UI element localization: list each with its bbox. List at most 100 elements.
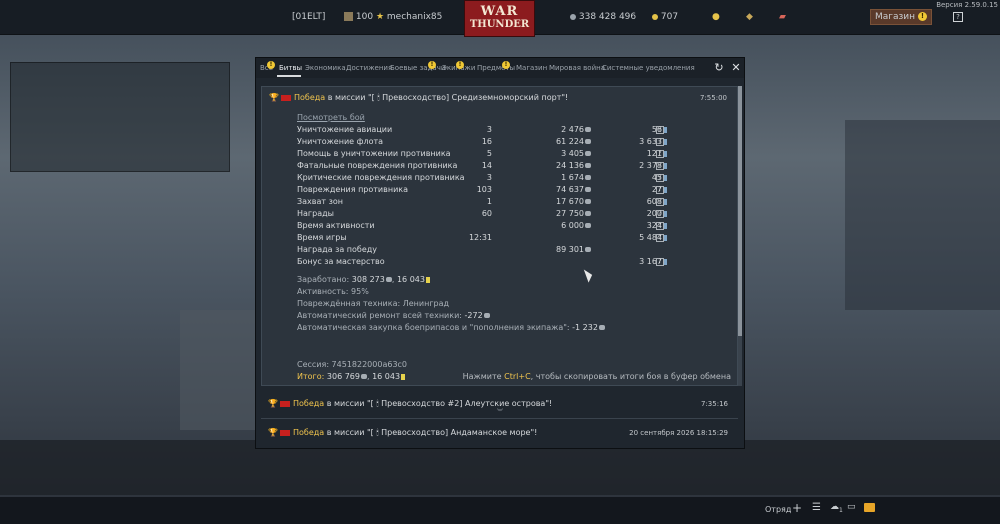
stats-row: Уничтожение авиации 3 2 476 56? (297, 125, 667, 137)
chat-icon[interactable]: ▭ (847, 502, 856, 512)
stat-silver-lions: 27 750 (556, 209, 591, 218)
stat-label: Повреждения противника (297, 185, 408, 194)
notification-tabs: Все! Битвы Экономика Достижения Боевые з… (256, 58, 744, 78)
stat-help-button[interactable]: ? (656, 150, 664, 158)
tab-battle-tasks-badge: ! (428, 61, 436, 69)
stats-row: Помощь в уничтожении противника 5 3 405 121… (297, 149, 667, 161)
stat-label: Уничтожение авиации (297, 125, 392, 134)
stat-help-button[interactable]: ? (656, 126, 664, 134)
stat-help-button[interactable]: ? (656, 234, 664, 242)
stat-help-button[interactable]: ? (656, 174, 664, 182)
stat-help-button[interactable]: ? (656, 186, 664, 194)
auto-buy-value: -1 232 (572, 323, 598, 332)
auto-repair-value: -272 (464, 311, 483, 320)
stat-count: 14 (482, 161, 492, 170)
tab-economy[interactable]: Экономика (305, 64, 346, 72)
lightbulb-icon[interactable]: ● (712, 12, 720, 22)
tab-crews[interactable]: Экипажи! (442, 61, 475, 72)
friends-count: 1 (839, 506, 843, 514)
tab-system-notifications[interactable]: Системные уведомления (602, 64, 695, 72)
close-icon[interactable]: ✕ (730, 62, 742, 74)
top-bar: [01ELT] 100 ★ mechanix85 WAR THUNDER 338… (0, 0, 1000, 37)
list-icon[interactable]: ☰ (812, 502, 821, 513)
tab-items[interactable]: Предметы! (477, 61, 515, 72)
stat-silver-lions-text: 27 750 (556, 209, 584, 218)
coupon-icon[interactable]: ▰ (779, 12, 786, 22)
stat-count: 60 (482, 209, 492, 218)
stat-silver-lions: 89 301 (556, 245, 591, 254)
shop-button[interactable]: Магазин ! (870, 9, 932, 25)
total-sl: 306 769 (326, 372, 360, 381)
mission-label: в миссии "[ 🕯 Превосходство #2] Алеутски… (326, 399, 553, 408)
battle-result-message-collapsed[interactable]: 🏆 Победа в миссии "[ 🕯 Превосходство #2] … (261, 391, 738, 419)
stat-count: 12:31 (469, 233, 492, 242)
tab-all[interactable]: Все! (260, 61, 275, 72)
stat-label-text: Время игры (297, 233, 347, 242)
stat-label: Время игры (297, 233, 347, 242)
scrollbar-thumb[interactable] (738, 86, 742, 336)
add-squad-member-button[interactable]: + (792, 501, 802, 515)
war-thunder-logo[interactable]: WAR THUNDER (464, 0, 535, 37)
stat-count-text: 16 (481, 137, 492, 146)
tab-store[interactable]: Магазин (516, 64, 547, 72)
stat-help-button[interactable]: ? (656, 162, 664, 170)
stat-label: Фатальные повреждения противника (297, 161, 457, 170)
chevron-down-icon[interactable]: ︾ (497, 410, 505, 416)
golden-eagles-icon (652, 13, 658, 20)
message-time: 7:55:00 (700, 94, 727, 102)
help-button[interactable]: ? (953, 12, 963, 22)
shop-badge: ! (917, 12, 927, 21)
stat-count: 16 (482, 137, 492, 146)
stat-help-button[interactable]: ? (656, 222, 664, 230)
refresh-icon[interactable]: ↻ (713, 62, 725, 74)
stat-count: 3 (487, 125, 492, 134)
tab-battles[interactable]: Битвы (279, 64, 302, 72)
scrollbar[interactable] (738, 86, 742, 386)
stat-label: Помощь в уничтожении противника (297, 149, 451, 158)
silver-lions-icon (585, 247, 591, 252)
silver-lions-icon (585, 163, 591, 168)
tab-achievements[interactable]: Достижения (346, 64, 392, 72)
message-time: 7:35:16 (701, 400, 728, 408)
stats-row: Награды 60 27 750 200? (297, 209, 667, 221)
stat-help-button[interactable]: ? (656, 198, 664, 206)
total-rp: 16 043 (372, 372, 401, 381)
silver-lions-icon (385, 277, 392, 282)
background-panel-left (10, 62, 230, 172)
silver-lions-icon (483, 313, 490, 318)
stat-count: 5 (487, 149, 492, 158)
logo-line1: WAR (480, 4, 519, 19)
stat-help-button[interactable]: ? (656, 210, 664, 218)
stat-silver-lions-text: 1 674 (561, 173, 584, 182)
golden-eagles-balance[interactable]: 707 (652, 12, 678, 22)
stat-silver-lions-text: 89 301 (556, 245, 584, 254)
earned-sl: 308 273 (351, 275, 385, 284)
notifications-dialog: Все! Битвы Экономика Достижения Боевые з… (255, 57, 745, 449)
auto-buy-line: Автоматическая закупка боеприпасов и "по… (297, 323, 605, 332)
logo-line2: THUNDER (469, 19, 530, 30)
stat-help-button[interactable]: ? (656, 138, 664, 146)
friends-icon[interactable]: ☁1 (830, 502, 843, 514)
total-label: Итого: (297, 372, 325, 381)
tab-battle-tasks[interactable]: Боевые задачи! (390, 61, 445, 72)
battle-result-message-collapsed[interactable]: 🏆 Победа в миссии "[ 🕯 Превосходство] Анд… (261, 420, 738, 448)
bottom-bar: Отряд + ☰ ☁1 ▭ (0, 497, 1000, 524)
stat-silver-lions-text: 24 136 (556, 161, 584, 170)
stat-label-text: Фатальные повреждения противника (297, 161, 458, 170)
avatar (344, 12, 353, 21)
mail-icon[interactable] (864, 503, 875, 512)
stat-count-text: 103 (476, 185, 492, 194)
tab-world-war[interactable]: Мировая война (549, 64, 605, 72)
stat-silver-lions: 17 670 (556, 197, 591, 206)
squad-tag[interactable]: [01ELT] (292, 12, 325, 22)
achievement-icon[interactable]: ◆ (746, 12, 753, 22)
stats-row: Бонус за мастерство 3 167? (297, 257, 667, 269)
stat-label-text: Время активности (297, 221, 375, 230)
view-battle-link[interactable]: Посмотреть бой (297, 113, 365, 122)
battle-result-message[interactable]: 🏆 Победа в миссии "[ 🕯 Превосходство] Сре… (261, 86, 738, 386)
version-label: Версия 2.59.0.15 (936, 1, 998, 9)
stat-help-button[interactable]: ? (656, 258, 664, 266)
player-profile[interactable]: 100 ★ mechanix85 (344, 12, 442, 22)
silver-lions-balance[interactable]: 338 428 496 (570, 12, 636, 22)
active-tab-indicator (277, 75, 301, 77)
